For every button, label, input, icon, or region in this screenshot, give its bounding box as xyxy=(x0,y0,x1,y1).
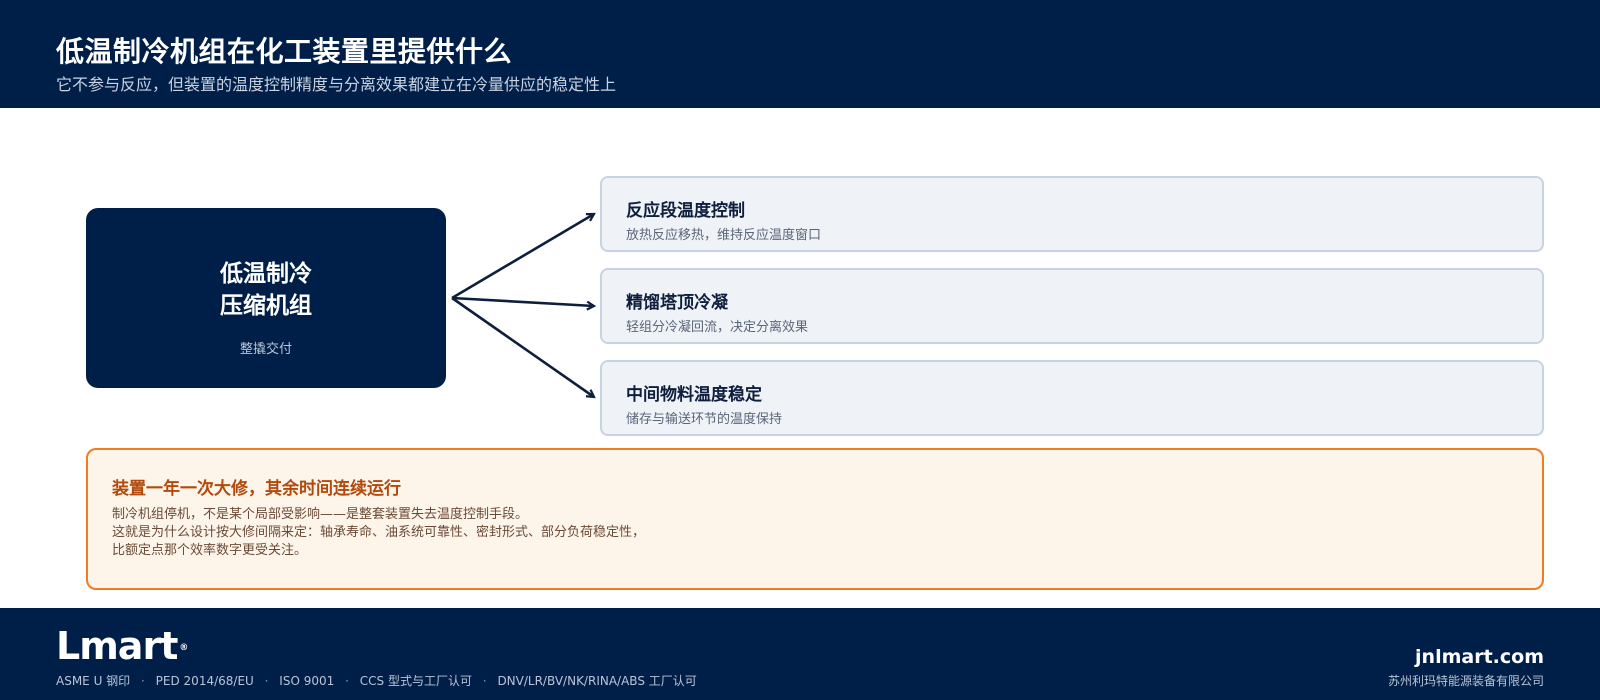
maintenance-notice-box: 装置一年一次大修，其余时间连续运行 制冷机组停机，不是某个局部受影响——是整套装… xyxy=(86,448,1544,590)
target-card-distillation-condensing: 精馏塔顶冷凝 轻组分冷凝回流，决定分离效果 xyxy=(600,268,1544,344)
certification-list: ASME U 钢印 · PED 2014/68/EU · ISO 9001 · … xyxy=(56,672,697,689)
target-card-title: 精馏塔顶冷凝 xyxy=(626,293,728,313)
header-banner: 低温制冷机组在化工装置里提供什么 它不参与反应，但装置的温度控制精度与分离效果都… xyxy=(0,0,1600,108)
brand-logo-text: Lmart xyxy=(56,624,178,668)
notice-line: 比额定点那个效率数字更受关注。 xyxy=(112,543,308,558)
cert-item: ISO 9001 xyxy=(279,674,335,688)
cert-separator: · xyxy=(264,674,269,688)
source-node-refrigeration-unit: 低温制冷 压缩机组 整撬交付 xyxy=(86,208,446,388)
arrow-to-distillation-condensing xyxy=(451,296,594,306)
notice-line: 制冷机组停机，不是某个局部受影响——是整套装置失去温度控制手段。 xyxy=(112,507,529,522)
brand-logo: Lmart ® xyxy=(56,626,188,666)
source-node-note: 整撬交付 xyxy=(239,342,292,357)
target-card-desc: 轻组分冷凝回流，决定分离效果 xyxy=(626,320,809,335)
arrow-to-reaction-control xyxy=(451,214,594,300)
source-node-label-line1: 低温制冷 xyxy=(220,261,312,287)
flow-arrows xyxy=(451,200,600,410)
target-card-desc: 放热反应移热，维持反应温度窗口 xyxy=(626,228,822,243)
page-subtitle: 它不参与反应，但装置的温度控制精度与分离效果都建立在冷量供应的稳定性上 xyxy=(56,75,617,94)
notice-body: 制冷机组停机，不是某个局部受影响——是整套装置失去温度控制手段。 这就是为什么设… xyxy=(112,506,645,560)
registered-mark: ® xyxy=(179,643,189,653)
company-name: 苏州利玛特能源装备有限公司 xyxy=(1387,674,1544,688)
target-card-desc: 储存与输送环节的温度保持 xyxy=(626,412,783,427)
target-card-intermediate-temperature: 中间物料温度稳定 储存与输送环节的温度保持 xyxy=(600,360,1544,436)
page-title: 低温制冷机组在化工装置里提供什么 xyxy=(56,35,513,68)
cert-item: CCS 型式与工厂认可 xyxy=(359,674,472,688)
footer-banner: Lmart ® ASME U 钢印 · PED 2014/68/EU · ISO … xyxy=(0,608,1600,700)
notice-title: 装置一年一次大修，其余时间连续运行 xyxy=(112,479,401,499)
cert-separator: · xyxy=(482,674,487,688)
source-node-label-line2: 压缩机组 xyxy=(220,293,312,319)
cert-item: DNV/LR/BV/NK/RINA/ABS 工厂认可 xyxy=(497,674,697,688)
cert-separator: · xyxy=(141,674,145,688)
website-domain: jnlmart.com xyxy=(1415,646,1544,668)
cert-item: PED 2014/68/EU xyxy=(155,674,254,688)
cert-item: ASME U 钢印 xyxy=(56,674,131,688)
arrow-to-intermediate-stability xyxy=(451,296,594,397)
target-card-reaction-temperature: 反应段温度控制 放热反应移热，维持反应温度窗口 xyxy=(600,176,1544,252)
target-card-title: 反应段温度控制 xyxy=(626,201,745,221)
target-card-title: 中间物料温度稳定 xyxy=(626,385,762,405)
notice-line: 这就是为什么设计按大修间隔来定：轴承寿命、油系统可靠性、密封形式、部分负荷稳定性… xyxy=(112,525,646,540)
cert-separator: · xyxy=(345,674,349,688)
